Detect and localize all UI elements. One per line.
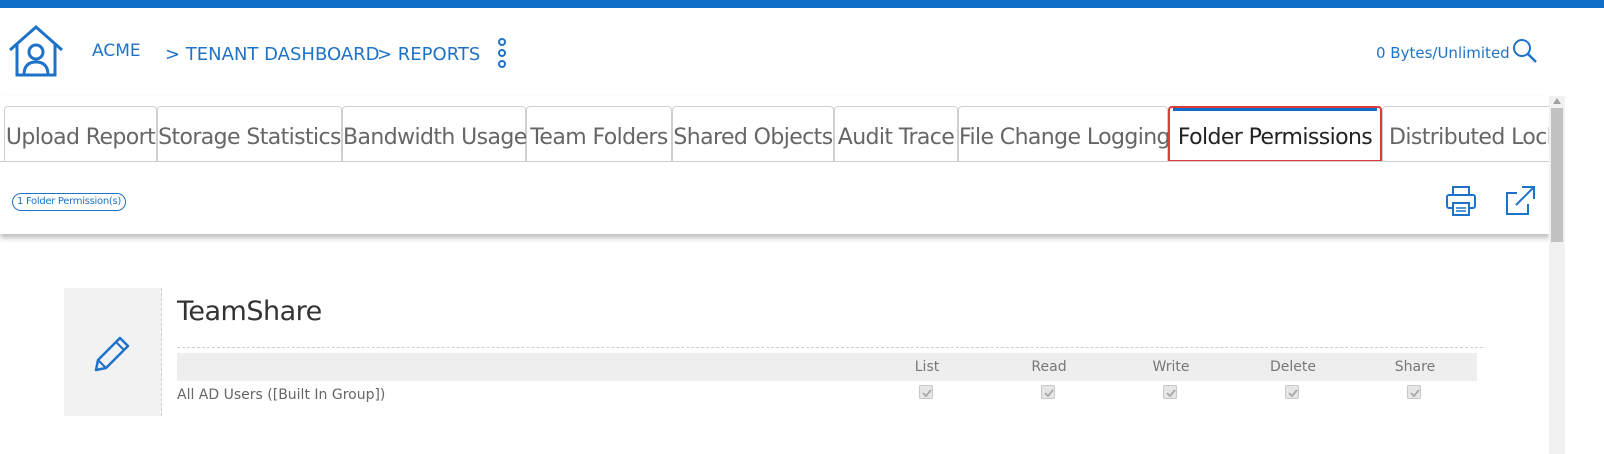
top-accent-bar: [0, 0, 1604, 8]
tab-label: Folder Permissions: [1177, 125, 1373, 150]
delete-checkbox[interactable]: [1285, 385, 1299, 399]
tab-audit-trace[interactable]: Audit Trace: [834, 106, 958, 161]
more-options-icon[interactable]: [496, 38, 508, 74]
write-checkbox[interactable]: [1163, 385, 1177, 399]
scroll-up-arrow-icon[interactable]: [1553, 98, 1561, 104]
home-icon[interactable]: [6, 22, 66, 80]
column-header-write: Write: [1152, 359, 1190, 375]
column-header-share: Share: [1394, 359, 1436, 375]
storage-quota: 0 Bytes/Unlimited: [1376, 44, 1510, 62]
header: ACME > TENANT DASHBOARD > REPORTS 0 Byte…: [0, 8, 1604, 96]
tab-label: Upload Report: [5, 125, 156, 150]
breadcrumb-tenant-dashboard[interactable]: > TENANT DASHBOARD: [165, 44, 380, 65]
search-icon[interactable]: [1512, 38, 1538, 64]
breadcrumb-acme[interactable]: ACME: [92, 41, 141, 61]
tab-storage-statistics[interactable]: Storage Statistics: [157, 106, 342, 161]
column-header-read: Read: [1031, 359, 1067, 375]
tab-label: Bandwidth Usage: [343, 125, 527, 150]
tab-label: Audit Trace: [837, 125, 955, 150]
tab-distributed-locks[interactable]: Distributed Locks: [1382, 106, 1550, 161]
report-panel: Upload Report Storage Statistics Bandwid…: [0, 96, 1550, 234]
column-header-delete: Delete: [1270, 359, 1316, 375]
tab-label: Storage Statistics: [158, 125, 341, 150]
folder-name: TeamShare: [177, 296, 322, 327]
tab-shared-objects[interactable]: Shared Objects: [672, 106, 834, 161]
column-header-list: List: [914, 359, 940, 375]
scroll-thumb[interactable]: [1551, 108, 1563, 242]
tab-upload-report[interactable]: Upload Report: [4, 106, 157, 161]
tab-label: File Change Logging: [959, 125, 1171, 150]
permission-count-badge: 1 Folder Permission(s): [12, 193, 126, 211]
permissions-header-row: List Read Write Delete Share: [177, 353, 1477, 381]
print-icon[interactable]: [1444, 184, 1478, 218]
tab-label: Distributed Locks: [1389, 125, 1550, 150]
permission-principal: All AD Users ([Built In Group]): [177, 387, 386, 403]
read-checkbox[interactable]: [1041, 385, 1055, 399]
pencil-icon[interactable]: [88, 330, 136, 378]
tab-file-change-logging[interactable]: File Change Logging: [958, 106, 1171, 161]
tab-folder-permissions[interactable]: Folder Permissions: [1168, 106, 1382, 161]
tab-label: Team Folders: [530, 125, 668, 150]
breadcrumb-reports[interactable]: > REPORTS: [377, 44, 480, 65]
tab-label: Shared Objects: [673, 125, 833, 150]
divider: [177, 347, 1483, 348]
tab-bandwidth-usage[interactable]: Bandwidth Usage: [342, 106, 527, 161]
share-checkbox[interactable]: [1407, 385, 1421, 399]
external-link-icon[interactable]: [1503, 184, 1537, 218]
list-checkbox[interactable]: [919, 385, 933, 399]
report-tabs: Upload Report Storage Statistics Bandwid…: [0, 106, 1550, 162]
tab-team-folders[interactable]: Team Folders: [526, 106, 672, 161]
